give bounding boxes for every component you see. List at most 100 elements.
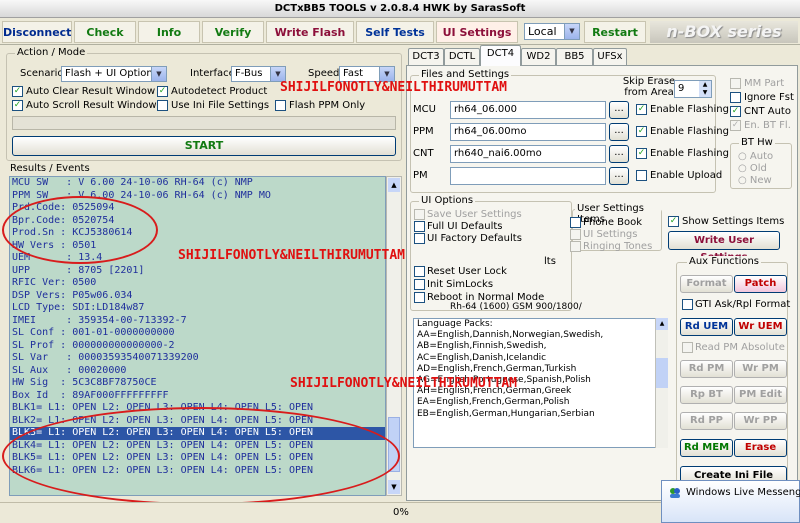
auto-clear-label: Auto Clear Result Window	[26, 86, 156, 97]
reset-user-lock-checkbox[interactable]	[414, 266, 425, 277]
ringing-tones-checkbox[interactable]	[570, 241, 581, 252]
wr-pm-button[interactable]: Wr PM	[734, 360, 787, 378]
format-button[interactable]: Format	[680, 275, 733, 293]
tab-ufsx[interactable]: UFSx	[593, 48, 627, 65]
language-item: AA=English,Dannish,Norwegian,Swedish,	[417, 330, 604, 341]
skip-erase-input[interactable]: 9 ▲ ▼	[674, 80, 712, 98]
rp-bt-button[interactable]: Rp BT	[680, 386, 733, 404]
watermark-top: SHIJILFONOTLY&NEILTHIRUMUTTAM	[280, 80, 507, 95]
bt-old-radio[interactable]: ○ Old	[738, 163, 767, 174]
wr-uem-button[interactable]: Wr UEM	[734, 318, 787, 336]
scroll-thumb[interactable]	[656, 358, 668, 388]
write-flash-button[interactable]: Write Flash	[266, 21, 354, 43]
browse-button[interactable]: ...	[609, 123, 629, 141]
result-line[interactable]: RFIC Ver: 0500	[10, 277, 385, 290]
ui-settings-checkbox[interactable]	[570, 229, 581, 240]
flash-ppm-checkbox[interactable]	[275, 100, 286, 111]
auto-scroll-label: Auto Scroll Result Window	[26, 100, 157, 111]
rd-pp-button[interactable]: Rd PP	[680, 412, 733, 430]
result-line[interactable]: IMEI : 359354-00-713392-7	[10, 315, 385, 328]
use-ini-checkbox[interactable]	[157, 100, 168, 111]
mm-part-checkbox[interactable]	[730, 78, 741, 89]
tab-dct4[interactable]: DCT4	[480, 45, 521, 66]
pm-edit-button[interactable]: PM Edit	[734, 386, 787, 404]
rd-uem-button[interactable]: Rd UEM	[680, 318, 733, 336]
language-scrollbar[interactable]: ▲	[655, 318, 668, 448]
erase-button[interactable]: Erase	[734, 439, 787, 457]
tab-dct3[interactable]: DCT3	[408, 48, 444, 65]
browse-button[interactable]: ...	[609, 167, 629, 185]
scroll-down-icon[interactable]: ▼	[388, 480, 400, 494]
autodetect-label: Autodetect Product	[171, 86, 268, 97]
gti-checkbox[interactable]	[682, 299, 693, 310]
connection-select[interactable]: Local ▼	[524, 23, 580, 40]
auto-clear-checkbox[interactable]: ✓	[12, 86, 23, 97]
result-line[interactable]: Box Id : 89AF000FFFFFFFFF	[10, 390, 385, 403]
result-line[interactable]: UPP : 8705 [2201]	[10, 265, 385, 278]
ui-settings-button[interactable]: UI Settings	[436, 21, 518, 43]
enable-label: Enable Flashing	[650, 104, 729, 115]
file-label-mcu: MCU	[413, 104, 436, 115]
enable-checkbox[interactable]: ✓	[636, 104, 647, 115]
result-line[interactable]: LCD Type: SDI:LD184w87	[10, 302, 385, 315]
file-input-pm[interactable]	[450, 167, 606, 185]
verify-button[interactable]: Verify	[202, 21, 264, 43]
patch-button[interactable]: Patch	[734, 275, 787, 293]
init-simlocks-checkbox[interactable]	[414, 279, 425, 290]
info-button[interactable]: Info	[138, 21, 200, 43]
browse-button[interactable]: ...	[609, 145, 629, 163]
result-line[interactable]: SL Conf : 001-01-0000000000	[10, 327, 385, 340]
read-pm-checkbox[interactable]	[682, 342, 693, 353]
tab-bb5[interactable]: BB5	[556, 48, 593, 65]
brand-logo: n-BOX series	[650, 21, 798, 43]
annotation-ellipse-codes	[2, 196, 158, 264]
result-line[interactable]: MCU SW : V 6.00 24-10-06 RH-64 (c) NMP	[10, 177, 385, 190]
full-ui-defaults-checkbox[interactable]	[414, 221, 425, 232]
ignore-fst-checkbox[interactable]	[730, 92, 741, 103]
file-input-ppm[interactable]: rh64_06.00mo	[450, 123, 606, 141]
ui-factory-defaults-checkbox[interactable]	[414, 233, 425, 244]
browse-button[interactable]: ...	[609, 101, 629, 119]
language-header: Rh-64 (1600) GSM 900/1800/	[450, 302, 582, 312]
tab-wd2[interactable]: WD2	[521, 48, 556, 65]
result-line[interactable]: SL Prof : 000000000000000-2	[10, 340, 385, 353]
disconnect-button[interactable]: Disconnect	[2, 21, 72, 43]
spinner-icon[interactable]: ▲ ▼	[699, 81, 711, 97]
restart-button[interactable]: Restart	[584, 21, 646, 43]
reboot-normal-checkbox[interactable]	[414, 292, 425, 303]
auto-scroll-checkbox[interactable]: ✓	[12, 100, 23, 111]
scroll-up-icon[interactable]: ▲	[656, 318, 668, 330]
bt-auto-radio[interactable]: ○ Auto	[738, 151, 773, 162]
result-line[interactable]: DSP Vers: P05w06.034	[10, 290, 385, 303]
write-user-settings-button[interactable]: Write User Settings	[668, 231, 780, 263]
bt-new-radio[interactable]: ○ New	[738, 175, 772, 186]
language-item: EA=English,French,German,Polish	[417, 397, 570, 408]
en-bt-checkbox[interactable]: ✓	[730, 120, 741, 131]
enable-checkbox[interactable]: ✓	[636, 148, 647, 159]
annotation-ellipse-blocks	[2, 407, 400, 505]
file-input-cnt[interactable]: rh640_nai6.00mo	[450, 145, 606, 163]
wr-pp-button[interactable]: Wr PP	[734, 412, 787, 430]
file-input-mcu[interactable]: rh64_06.000	[450, 101, 606, 119]
result-line[interactable]: SL Var : 00003593540071339200	[10, 352, 385, 365]
check-button[interactable]: Check	[74, 21, 136, 43]
tab-dctl[interactable]: DCTL	[444, 48, 480, 65]
self-tests-button[interactable]: Self Tests	[356, 21, 434, 43]
enable-checkbox[interactable]: ✓	[636, 126, 647, 137]
rd-mem-button[interactable]: Rd MEM	[680, 439, 733, 457]
autodetect-checkbox[interactable]: ✓	[157, 86, 168, 97]
phone-book-checkbox[interactable]	[570, 217, 581, 228]
interface-value: F-Bus	[235, 68, 263, 79]
bt-old-label: Old	[749, 163, 767, 174]
interface-select[interactable]: F-Bus ▼	[231, 66, 286, 82]
show-settings-checkbox[interactable]: ✓	[668, 216, 679, 227]
cnt-auto-checkbox[interactable]: ✓	[730, 106, 741, 117]
ui-options-hidden-text: lts	[544, 256, 556, 267]
scroll-up-icon[interactable]: ▲	[388, 178, 400, 192]
scenario-select[interactable]: Flash + UI Options ▼	[61, 66, 167, 82]
save-user-settings-checkbox[interactable]	[414, 209, 425, 220]
start-button[interactable]: START	[12, 136, 396, 156]
enable-checkbox[interactable]	[636, 170, 647, 181]
messenger-toast[interactable]: Windows Live Messenger	[661, 480, 800, 523]
rd-pm-button[interactable]: Rd PM	[680, 360, 733, 378]
